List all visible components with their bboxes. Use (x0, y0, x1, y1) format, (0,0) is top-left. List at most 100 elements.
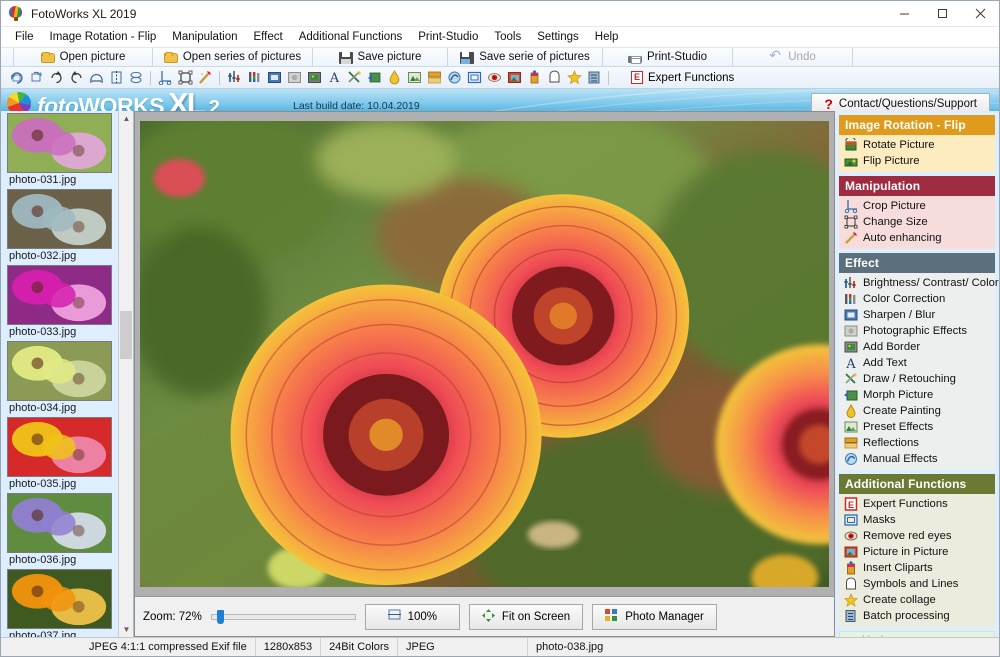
panel-item-sharpen-blur[interactable]: Sharpen / Blur (839, 307, 995, 323)
menu-additional-functions[interactable]: Additional Functions (291, 29, 411, 45)
panel-item-create-painting[interactable]: Create Painting (839, 403, 995, 419)
panel-item-expert-functions[interactable]: E Expert Functions (839, 496, 995, 512)
panel-item-add-text[interactable]: A Add Text (839, 355, 995, 372)
thumbnail-item[interactable]: photo-037.jpg (7, 569, 118, 637)
draw-retouch-icon[interactable] (345, 69, 363, 87)
thumbnail-list[interactable]: photo-031.jpg photo-032.jpg photo-033.jpg p… (1, 111, 118, 637)
svg-text:A: A (845, 357, 856, 370)
panel-item-rotate-picture[interactable]: Rotate Picture (839, 136, 995, 153)
toolbar-separator (219, 70, 220, 85)
thumbnail-item[interactable]: photo-032.jpg (7, 189, 118, 263)
scroll-down-arrow[interactable]: ▼ (119, 622, 133, 637)
current-photo[interactable] (140, 121, 829, 587)
panel-item-add-border[interactable]: Add Border (839, 339, 995, 355)
masks-icon[interactable] (465, 69, 483, 87)
thumbnail-item[interactable]: photo-036.jpg (7, 493, 118, 567)
thumbnail-item[interactable]: photo-031.jpg (7, 113, 118, 187)
panel-item-label: Draw / Retouching (863, 373, 956, 385)
remove-red-eyes-icon (844, 529, 858, 543)
menu-file[interactable]: File (7, 29, 42, 45)
save-picture-button[interactable]: Save picture (313, 48, 448, 66)
rotate-right-icon[interactable] (27, 69, 45, 87)
menu-image-rotation-flip[interactable]: Image Rotation - Flip (42, 29, 165, 45)
photographic-effects-icon[interactable] (285, 69, 303, 87)
thumbnail-label: photo-033.jpg (9, 326, 77, 338)
open-series-of-pictures-button[interactable]: Open series of pictures (153, 48, 313, 66)
change-size-icon (844, 215, 858, 229)
panel-item-morph-picture[interactable]: Morph Picture (839, 387, 995, 403)
panel-item-masks[interactable]: Masks (839, 512, 995, 528)
panel-item-photographic-effects[interactable]: Photographic Effects (839, 323, 995, 339)
brightness-contrast-icon[interactable] (225, 69, 243, 87)
reflections-icon[interactable] (425, 69, 443, 87)
add-border-icon[interactable] (305, 69, 323, 87)
save-serie-of-pictures-button[interactable]: Save serie of pictures (448, 48, 603, 66)
sharpen-blur-icon[interactable] (265, 69, 283, 87)
crop-icon[interactable] (156, 69, 174, 87)
zoom-slider[interactable] (210, 609, 356, 624)
panel-item-auto-enhancing[interactable]: Auto enhancing (839, 230, 995, 246)
menu-print-studio[interactable]: Print-Studio (410, 29, 486, 45)
menu-effect[interactable]: Effect (246, 29, 291, 45)
resize-icon[interactable] (176, 69, 194, 87)
panel-section-items: E Expert Functions Masks Remove red eyes Pic… (839, 494, 995, 627)
picture-in-picture-icon[interactable] (505, 69, 523, 87)
open-picture-button[interactable]: Open picture (13, 48, 153, 66)
panel-item-preset-effects[interactable]: Preset Effects (839, 419, 995, 435)
add-text-icon[interactable]: A (325, 69, 343, 87)
menu-tools[interactable]: Tools (486, 29, 529, 45)
panel-item-batch-processing[interactable]: Batch processing (839, 608, 995, 624)
print-studio-button[interactable]: Print-Studio (603, 48, 733, 66)
minimize-button[interactable] (885, 1, 923, 27)
thumbnail-item[interactable]: photo-033.jpg (7, 265, 118, 339)
rotate-cw-circle-icon[interactable] (47, 69, 65, 87)
expert-functions-button[interactable]: E Expert Functions (631, 71, 734, 84)
panel-item-reflections[interactable]: Reflections (839, 435, 995, 451)
mirror-icon[interactable] (127, 69, 145, 87)
magic-wand-icon[interactable] (196, 69, 214, 87)
color-correction-icon[interactable] (245, 69, 263, 87)
batch-processing-icon[interactable] (585, 69, 603, 87)
panel-item-color-correction[interactable]: Color Correction (839, 291, 995, 307)
zoom-100-button[interactable]: 100% (364, 603, 460, 630)
menu-settings[interactable]: Settings (529, 29, 587, 45)
panel-item-picture-in-picture[interactable]: Picture in Picture (839, 544, 995, 560)
fit-on-screen-button[interactable]: Fit on Screen (468, 603, 584, 630)
photo-manager-button[interactable]: Photo Manager (592, 603, 717, 630)
scrollbar-thumb[interactable] (120, 311, 132, 359)
scroll-up-arrow[interactable]: ▲ (119, 111, 133, 126)
flip-vertical-icon[interactable] (87, 69, 105, 87)
menu-help[interactable]: Help (587, 29, 627, 45)
panel-item-flip-picture[interactable]: Flip Picture (839, 153, 995, 169)
manual-effects-icon[interactable] (445, 69, 463, 87)
toolbar-separator (150, 70, 151, 85)
thumbnail-scrollbar[interactable]: ▲ ▼ (118, 111, 133, 637)
panel-item-insert-cliparts[interactable]: Insert Cliparts (839, 560, 995, 576)
create-painting-icon[interactable] (385, 69, 403, 87)
panel-item-brightness-contrast-color[interactable]: Brightness/ Contrast/ Color (839, 275, 999, 291)
symbols-lines-icon[interactable] (545, 69, 563, 87)
panel-item-change-size[interactable]: Change Size (839, 214, 995, 230)
image-viewport[interactable] (135, 112, 834, 596)
maximize-button[interactable] (923, 1, 961, 27)
rotate-ccw-circle-icon[interactable] (67, 69, 85, 87)
morph-picture-icon[interactable] (365, 69, 383, 87)
insert-cliparts-icon[interactable] (525, 69, 543, 87)
close-button[interactable] (961, 1, 999, 27)
panel-item-draw-retouching[interactable]: Draw / Retouching (839, 371, 995, 387)
panel-item-create-collage[interactable]: Create collage (839, 592, 995, 608)
panel-item-label: Brightness/ Contrast/ Color (863, 277, 999, 289)
thumbnail-item[interactable]: photo-034.jpg (7, 341, 118, 415)
create-collage-icon[interactable] (565, 69, 583, 87)
flip-horizontal-icon[interactable] (107, 69, 125, 87)
thumbnail-item[interactable]: photo-035.jpg (7, 417, 118, 491)
panel-item-symbols-and-lines[interactable]: Symbols and Lines (839, 576, 995, 592)
zoom-slider-knob[interactable] (216, 609, 224, 624)
menu-manipulation[interactable]: Manipulation (164, 29, 245, 45)
remove-red-eyes-icon[interactable] (485, 69, 503, 87)
panel-item-remove-red-eyes[interactable]: Remove red eyes (839, 528, 995, 544)
panel-item-manual-effects[interactable]: Manual Effects (839, 451, 995, 467)
rotate-left-icon[interactable] (7, 69, 25, 87)
preset-effects-icon[interactable] (405, 69, 423, 87)
panel-item-crop-picture[interactable]: Crop Picture (839, 198, 995, 214)
